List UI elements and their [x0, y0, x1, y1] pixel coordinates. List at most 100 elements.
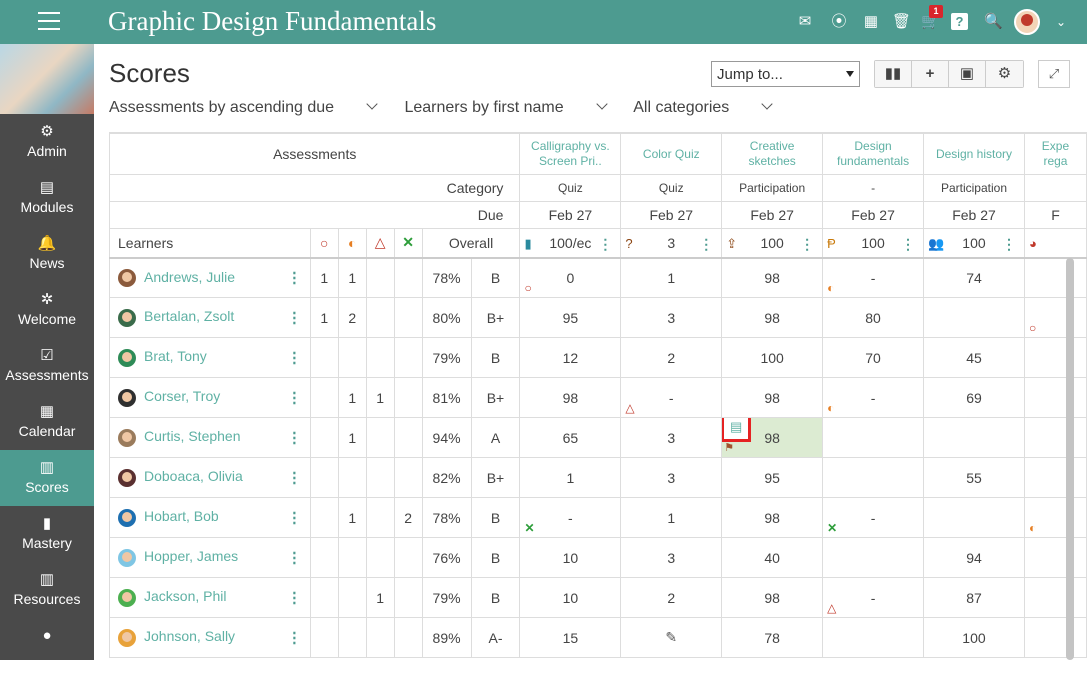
- score-cell[interactable]: [1023, 537, 1087, 578]
- column-menu-icon[interactable]: ⋮: [598, 236, 612, 253]
- row-menu-icon[interactable]: ⋮: [287, 590, 302, 605]
- assessment-points-header[interactable]: 👥 100 ⋮: [923, 228, 1025, 259]
- row-menu-icon[interactable]: ⋮: [287, 390, 302, 405]
- score-cell[interactable]: 65: [519, 417, 622, 458]
- row-menu-icon[interactable]: ⋮: [287, 470, 302, 485]
- jump-to-select[interactable]: Jump to...: [711, 61, 860, 87]
- learner-name[interactable]: Andrews, Julie: [144, 269, 235, 285]
- assessment-title[interactable]: Expe rega: [1023, 133, 1087, 175]
- score-cell[interactable]: [923, 417, 1025, 458]
- score-cell[interactable]: 45: [923, 337, 1025, 378]
- score-cell[interactable]: 69: [923, 377, 1025, 418]
- row-menu-icon[interactable]: ⋮: [287, 430, 302, 445]
- score-cell[interactable]: ✎: [620, 617, 723, 658]
- row-menu-icon[interactable]: ⋮: [287, 510, 302, 525]
- search-icon[interactable]: 🔍: [984, 13, 1003, 31]
- submission-icon[interactable]: ▤: [722, 418, 752, 442]
- sidebar-item-assessments[interactable]: ☑ Assessments: [0, 338, 94, 394]
- sidebar-item-news[interactable]: 🔔 News: [0, 226, 94, 282]
- assessment-title-text[interactable]: Expe rega: [1025, 139, 1085, 169]
- score-cell[interactable]: △ -: [620, 377, 723, 418]
- learners-header[interactable]: Learners: [109, 228, 311, 259]
- score-cell[interactable]: 2: [620, 337, 723, 378]
- score-cell[interactable]: 100: [923, 617, 1025, 658]
- vertical-scrollbar[interactable]: [1066, 258, 1074, 660]
- learner-cell[interactable]: Hopper, James ⋮: [109, 537, 311, 578]
- learner-cell[interactable]: Doboaca, Olivia ⋮: [109, 457, 311, 498]
- sidebar-item-resources[interactable]: ▥ Resources: [0, 562, 94, 618]
- assessment-title[interactable]: Design fundamentals: [822, 133, 925, 175]
- assessment-title-text[interactable]: Design history: [925, 147, 1024, 162]
- score-cell[interactable]: 95: [519, 297, 622, 338]
- overall-header[interactable]: Overall: [421, 228, 521, 259]
- late-filter[interactable]: △: [365, 228, 395, 259]
- score-cell[interactable]: 3: [620, 537, 723, 578]
- learner-name[interactable]: Doboaca, Olivia: [144, 468, 243, 484]
- score-cell[interactable]: ○: [1023, 297, 1087, 338]
- column-menu-icon[interactable]: ⋮: [800, 236, 814, 253]
- assessment-title-text[interactable]: Creative sketches: [723, 139, 822, 169]
- assessment-points-header[interactable]: ? 3 ⋮: [620, 228, 723, 259]
- assessment-title-text[interactable]: Design fundamentals: [824, 139, 923, 169]
- help-icon[interactable]: ?: [951, 13, 968, 30]
- column-menu-icon[interactable]: ⋮: [699, 236, 713, 253]
- chevron-down-icon[interactable]: ⌄: [1052, 13, 1070, 31]
- score-cell[interactable]: ◐ -: [822, 377, 925, 418]
- incomplete-filter[interactable]: ◐: [337, 228, 367, 259]
- score-cell[interactable]: ▤ ⚑ 98: [721, 417, 824, 458]
- calculator-icon[interactable]: ▦: [862, 13, 880, 31]
- score-cell[interactable]: 70: [822, 337, 925, 378]
- trash-icon[interactable]: 🗑: [892, 13, 911, 31]
- score-cell[interactable]: 87: [923, 577, 1025, 618]
- assessment-points-header[interactable]: ⇪ 100 ⋮: [721, 228, 824, 259]
- learner-name[interactable]: Corser, Troy: [144, 388, 220, 404]
- score-cell[interactable]: [923, 497, 1025, 538]
- score-cell[interactable]: 98: [721, 377, 824, 418]
- score-cell[interactable]: 80: [822, 297, 925, 338]
- score-cell[interactable]: 98: [721, 297, 824, 338]
- learner-name[interactable]: Hopper, James: [144, 548, 238, 564]
- score-cell[interactable]: [923, 297, 1025, 338]
- score-cell[interactable]: [1023, 377, 1087, 418]
- score-cell[interactable]: 15: [519, 617, 622, 658]
- learner-cell[interactable]: Bertalan, Zsolt ⋮: [109, 297, 311, 338]
- assessment-title[interactable]: Calligraphy vs. Screen Pri..: [519, 133, 622, 175]
- column-menu-icon[interactable]: ⋮: [901, 236, 915, 253]
- sort-assessments-dropdown[interactable]: Assessments by ascending due: [109, 98, 378, 116]
- sidebar-item-mastery[interactable]: ▮ Mastery: [0, 506, 94, 562]
- assessment-points-header[interactable]: Ᵽ 100 ⋮: [822, 228, 925, 259]
- mail-icon[interactable]: ✉: [796, 13, 814, 31]
- learner-cell[interactable]: Johnson, Sally ⋮: [109, 617, 311, 658]
- sidebar-item-welcome[interactable]: ✲ Welcome: [0, 282, 94, 338]
- learner-cell[interactable]: Hobart, Bob ⋮: [109, 497, 311, 538]
- score-cell[interactable]: 98: [721, 497, 824, 538]
- fullscreen-icon[interactable]: ⤢: [1038, 60, 1070, 88]
- missing-filter[interactable]: ○: [309, 228, 339, 259]
- score-cell[interactable]: [1023, 617, 1087, 658]
- score-cell[interactable]: 98: [519, 377, 622, 418]
- score-cell[interactable]: 10: [519, 577, 622, 618]
- export-excel-icon[interactable]: ▣: [949, 61, 986, 87]
- menu-icon[interactable]: [38, 12, 60, 30]
- sidebar-item-modules[interactable]: ▤ Modules: [0, 170, 94, 226]
- score-cell[interactable]: 98: [721, 257, 824, 298]
- sidebar-item-admin[interactable]: ⚙ Admin: [0, 114, 94, 170]
- score-cell[interactable]: 78: [721, 617, 824, 658]
- score-cell[interactable]: 40: [721, 537, 824, 578]
- learner-cell[interactable]: Corser, Troy ⋮: [109, 377, 311, 418]
- score-cell[interactable]: [1023, 417, 1087, 458]
- score-cell[interactable]: ◐: [1023, 497, 1087, 538]
- score-cell[interactable]: [822, 457, 925, 498]
- excused-filter[interactable]: ✕: [393, 228, 423, 259]
- score-cell[interactable]: 1: [620, 257, 723, 298]
- chart-icon[interactable]: ▮▮: [875, 61, 912, 87]
- score-cell[interactable]: [1023, 337, 1087, 378]
- score-cell[interactable]: △ -: [822, 577, 925, 618]
- score-cell[interactable]: 3: [620, 417, 723, 458]
- score-cell[interactable]: [1023, 257, 1087, 298]
- score-cell[interactable]: 10: [519, 537, 622, 578]
- assessment-title[interactable]: Design history: [923, 133, 1025, 175]
- column-menu-icon[interactable]: ⋮: [1002, 236, 1016, 253]
- score-cell[interactable]: [822, 417, 925, 458]
- score-cell[interactable]: 1: [519, 457, 622, 498]
